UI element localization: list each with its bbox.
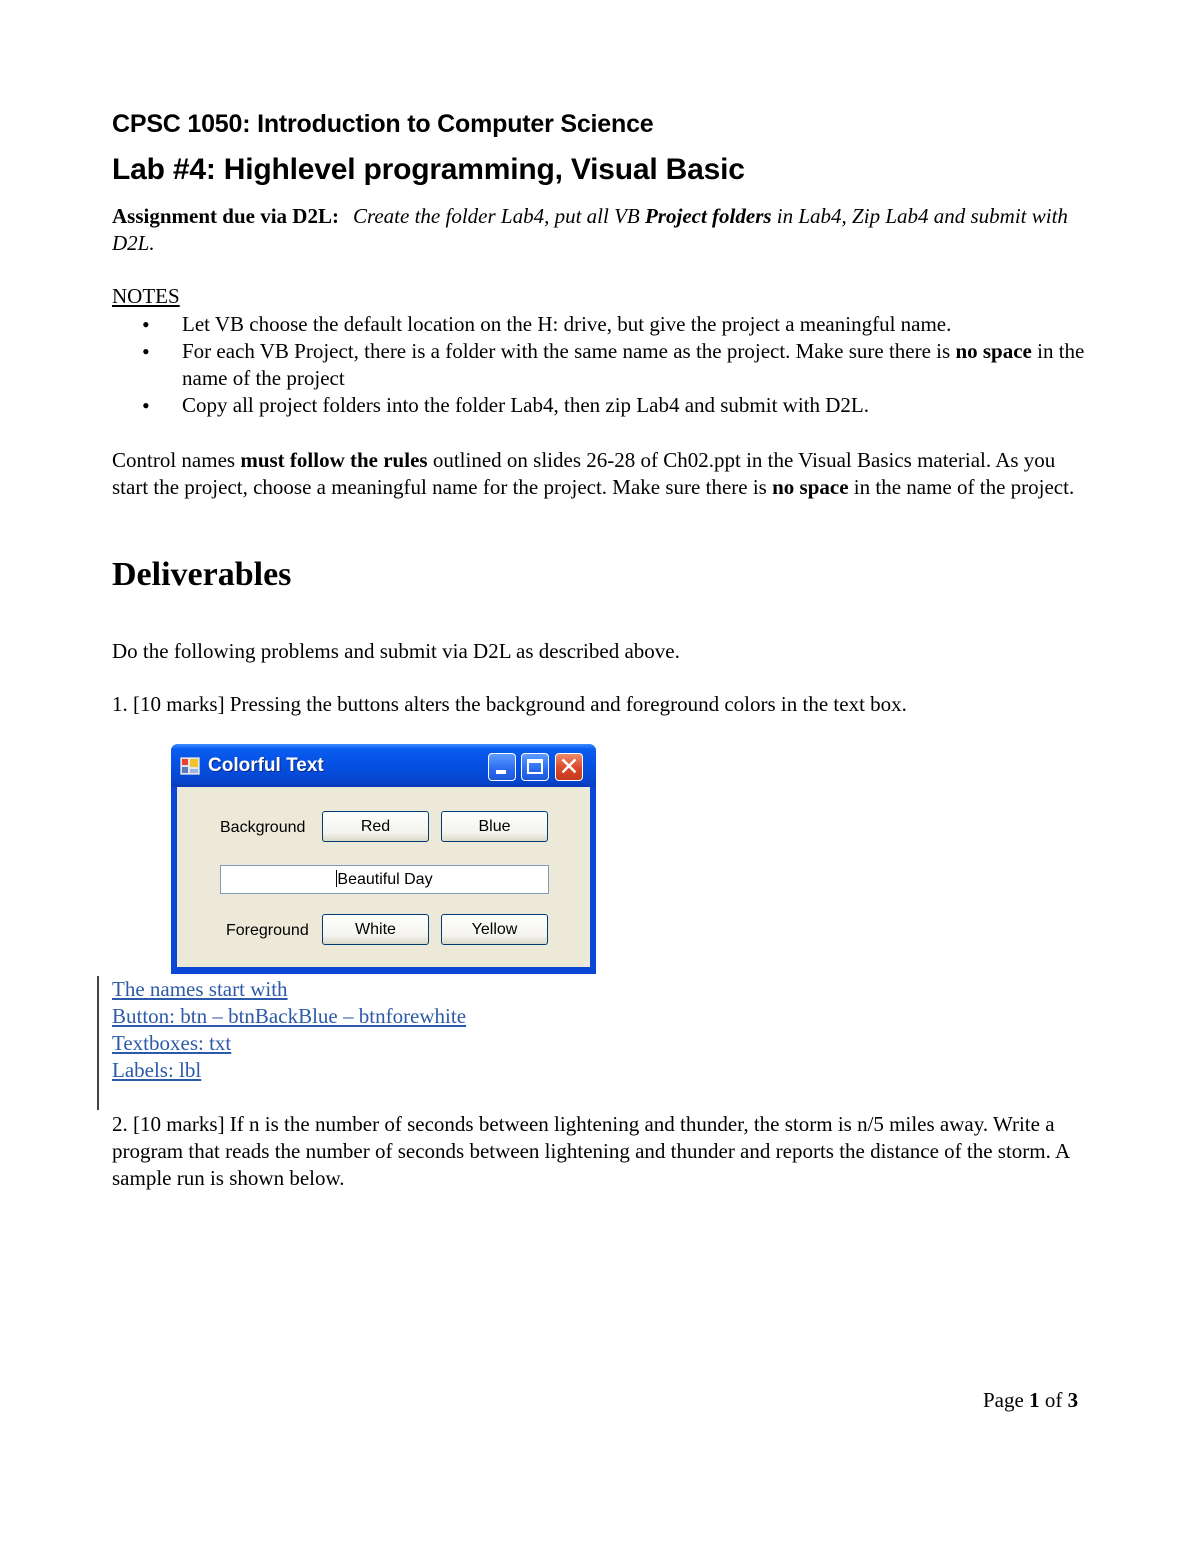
minimize-button[interactable] [488,753,516,781]
notes-heading: NOTES [112,284,180,308]
app-form-icon [180,757,200,775]
control-names-bold: no space [772,475,849,499]
minimize-icon [496,770,506,774]
window-title: Colorful Text [208,755,324,776]
notes-list: Let VB choose the default location on th… [112,311,1102,419]
naming-link[interactable]: Labels: lbl [112,1057,466,1084]
close-button[interactable]: ✕ [555,752,583,781]
notes-item: For each VB Project, there is a folder w… [142,338,1102,392]
assignment-text-part1: Create the folder Lab4, put all VB [352,204,645,228]
question-2: 2. [10 marks] If n is the number of seco… [112,1112,1069,1190]
notes-item-bold: no space [955,339,1032,363]
yellow-button[interactable]: Yellow [441,914,548,945]
window-client-area: Background Red Blue Beautiful Day Foregr… [177,787,590,967]
colorful-text-window: Colorful Text ✕ Background Red Blue Beau… [171,744,596,974]
blue-button[interactable]: Blue [441,811,548,842]
page-number: Page 1 of 3 [983,1388,1078,1413]
notes-item-text: For each VB Project, there is a folder w… [182,339,956,363]
text-box-value: Beautiful Day [337,871,433,888]
assignment-text-bold: Project folders [644,204,772,228]
naming-conventions: The names start with Button: btn – btnBa… [112,976,466,1084]
naming-link[interactable]: Textboxes: txt [112,1030,466,1057]
text-box[interactable]: Beautiful Day [220,865,549,894]
question-1: 1. [10 marks] Pressing the buttons alter… [112,692,907,716]
close-icon: ✕ [558,752,580,781]
naming-link[interactable]: Button: btn – btnBackBlue – btnforewhite [112,1003,466,1030]
notes-item: Copy all project folders into the folder… [142,392,1102,419]
page-word: Page [983,1388,1030,1412]
maximize-icon [527,759,543,774]
course-title: CPSC 1050: Introduction to Computer Scie… [112,110,654,138]
notes-item: Let VB choose the default location on th… [142,311,1102,338]
deliverables-intro: Do the following problems and submit via… [112,639,680,663]
revision-bar [97,976,99,1110]
control-names-text: Control names [112,448,241,472]
page-of: of [1039,1388,1068,1412]
background-label: Background [220,819,306,836]
deliverables-heading: Deliverables [112,556,292,593]
control-names-paragraph: Control names must follow the rules outl… [112,447,1092,501]
naming-link[interactable]: The names start with [112,976,466,1003]
page-current: 1 [1029,1388,1040,1412]
assignment-instructions: Assignment due via D2L: Create the folder… [112,203,1092,257]
page-total: 3 [1067,1388,1079,1412]
white-button[interactable]: White [322,914,429,945]
lab-title: Lab #4: Highlevel programming, Visual Ba… [112,153,745,186]
window-titlebar[interactable]: Colorful Text ✕ [171,744,596,787]
foreground-label: Foreground [226,922,309,939]
maximize-button[interactable] [521,753,549,781]
control-names-text: in the name of the project. [848,475,1075,499]
assignment-label: Assignment due via D2L: [112,204,339,228]
control-names-bold: must follow the rules [240,448,428,472]
red-button[interactable]: Red [322,811,429,842]
